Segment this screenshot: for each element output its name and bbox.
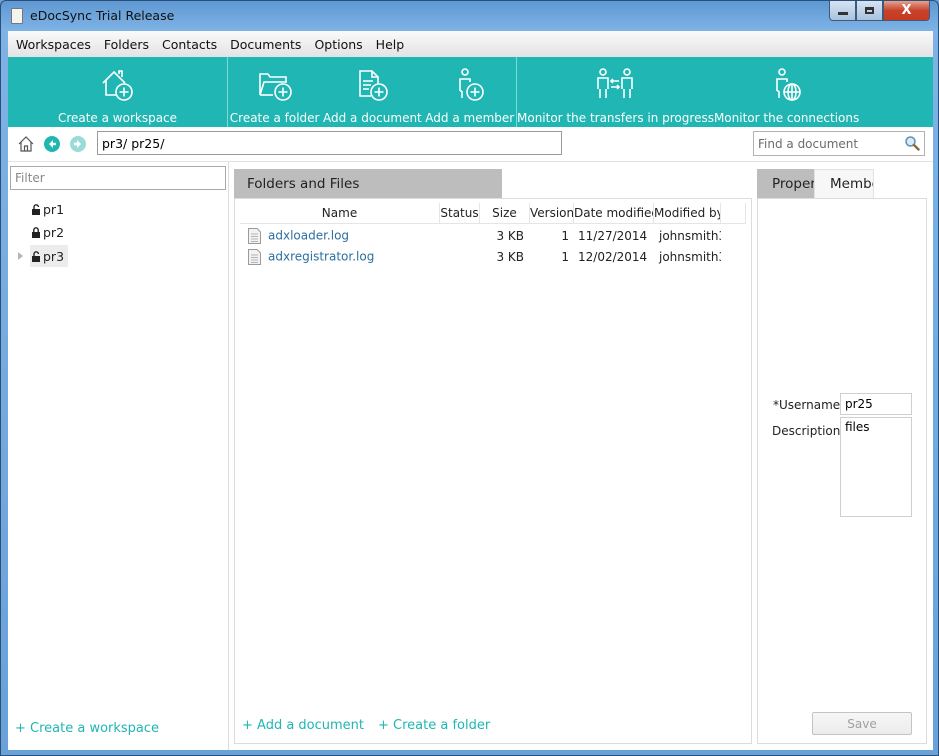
file-modified-by: johnsmith3 <box>659 249 721 264</box>
tree-item-pr2[interactable]: pr2 <box>30 221 68 243</box>
column-header-version[interactable]: Version <box>530 203 574 223</box>
minimize-button[interactable] <box>829 1 856 21</box>
client-area: Workspaces Folders Contacts Documents Op… <box>8 31 933 750</box>
tab-members[interactable]: Membe <box>814 169 874 198</box>
folders-files-pane: Folders and Files Name Status Size Versi… <box>234 169 752 744</box>
file-version: 1 <box>561 228 569 243</box>
file-list-header: Name Status Size Version Date modified M… <box>240 203 746 224</box>
add-document-link[interactable]: + Add a document <box>242 718 364 733</box>
address-bar <box>8 127 933 162</box>
arrow-left-icon <box>49 140 56 148</box>
arrow-right-icon <box>74 140 81 148</box>
maximize-icon <box>865 7 874 14</box>
file-name: adxloader.log <box>268 228 350 242</box>
description-textarea[interactable]: files <box>840 417 912 517</box>
title-bar[interactable]: eDocSync Trial Release X <box>1 1 938 31</box>
monitor-transfers-button[interactable]: Monitor the transfers in progress <box>517 57 714 127</box>
column-header-filler <box>721 203 746 223</box>
close-icon: X <box>901 3 912 18</box>
search-icon[interactable] <box>904 135 920 151</box>
monitor-connections-button[interactable]: Monitor the connections <box>714 57 859 127</box>
minimize-icon <box>837 12 848 15</box>
house-plus-icon <box>102 70 134 101</box>
create-workspace-link[interactable]: + Create a workspace <box>15 721 159 736</box>
menu-help[interactable]: Help <box>369 37 411 52</box>
document-plus-icon <box>359 70 389 101</box>
details-pane: Proper Membe *Username: Description: fil… <box>757 169 927 744</box>
tree-item-pr3[interactable]: pr3 <box>30 245 69 267</box>
file-version: 1 <box>561 249 569 264</box>
create-folder-button[interactable]: Create a folder <box>230 57 319 127</box>
unlocked-icon <box>32 250 40 262</box>
window-title: eDocSync Trial Release <box>30 8 175 23</box>
menu-documents[interactable]: Documents <box>223 37 307 52</box>
ribbon-toolbar: Create a workspace Create a folder Add a… <box>8 57 933 127</box>
unlocked-icon <box>32 203 40 215</box>
file-list: Name Status Size Version Date modified M… <box>234 198 752 744</box>
workspace-tree-pane: pr1 pr2 pr3 + Create a workspace <box>8 162 229 750</box>
folder-plus-icon <box>258 73 292 101</box>
filter-input[interactable] <box>10 166 226 190</box>
column-header-status[interactable]: Status <box>440 203 480 223</box>
add-document-button[interactable]: Add a document <box>323 57 422 127</box>
description-label: Description: <box>772 424 845 438</box>
save-button[interactable]: Save <box>812 712 912 735</box>
file-size: 3 KB <box>496 249 524 264</box>
tab-properties[interactable]: Proper <box>757 169 814 198</box>
find-document-input[interactable] <box>754 132 902 155</box>
menu-options[interactable]: Options <box>307 37 368 52</box>
username-input[interactable] <box>840 393 912 415</box>
close-button[interactable]: X <box>883 1 930 21</box>
home-icon[interactable] <box>17 135 35 153</box>
column-header-size[interactable]: Size <box>480 203 530 223</box>
file-icon <box>248 227 261 244</box>
menu-workspaces[interactable]: Workspaces <box>8 37 97 52</box>
tab-folders-and-files[interactable]: Folders and Files <box>234 169 502 198</box>
column-header-modified-by[interactable]: Modified by <box>654 203 721 223</box>
menu-folders[interactable]: Folders <box>97 37 155 52</box>
column-header-date-modified[interactable]: Date modified <box>574 203 654 223</box>
file-size: 3 KB <box>496 228 524 243</box>
path-input[interactable] <box>97 131 562 155</box>
maximize-button[interactable] <box>856 1 883 21</box>
file-icon <box>248 248 261 265</box>
create-folder-link[interactable]: + Create a folder <box>378 718 490 733</box>
file-name: adxregistrator.log <box>268 249 375 263</box>
ribbon-group-workspace: Create a workspace <box>8 57 228 127</box>
file-modified-by: johnsmith3 <box>659 228 721 243</box>
find-document-box <box>753 131 925 156</box>
expand-arrow-icon[interactable] <box>18 252 23 260</box>
back-button[interactable] <box>44 136 60 152</box>
username-label: *Username: <box>773 398 845 412</box>
locked-icon <box>32 226 40 238</box>
ribbon-group-monitor: Monitor the transfers in progress Monito… <box>517 57 859 127</box>
ribbon-group-content: Create a folder Add a document Add a mem… <box>228 57 517 127</box>
forward-button[interactable] <box>70 136 86 152</box>
person-plus-icon <box>458 68 484 101</box>
column-header-name[interactable]: Name <box>240 203 440 223</box>
file-row[interactable]: adxloader.log 3 KB 1 11/27/2014 johnsmit… <box>240 225 721 246</box>
people-transfer-icon <box>597 68 634 98</box>
file-date-modified: 12/02/2014 <box>578 249 648 264</box>
menu-contacts[interactable]: Contacts <box>155 37 223 52</box>
file-date-modified: 11/27/2014 <box>578 228 648 243</box>
menu-bar: Workspaces Folders Contacts Documents Op… <box>8 31 933 57</box>
properties-panel: *Username: Description: files Save <box>757 198 927 744</box>
person-globe-icon <box>775 68 801 101</box>
app-window: eDocSync Trial Release X Workspaces Fold… <box>0 0 939 756</box>
file-row[interactable]: adxregistrator.log 3 KB 1 12/02/2014 joh… <box>240 246 721 267</box>
tree-item-pr1[interactable]: pr1 <box>30 198 68 220</box>
add-member-button[interactable]: Add a member <box>425 57 514 127</box>
app-icon <box>11 8 23 24</box>
create-workspace-button[interactable]: Create a workspace <box>58 57 177 127</box>
